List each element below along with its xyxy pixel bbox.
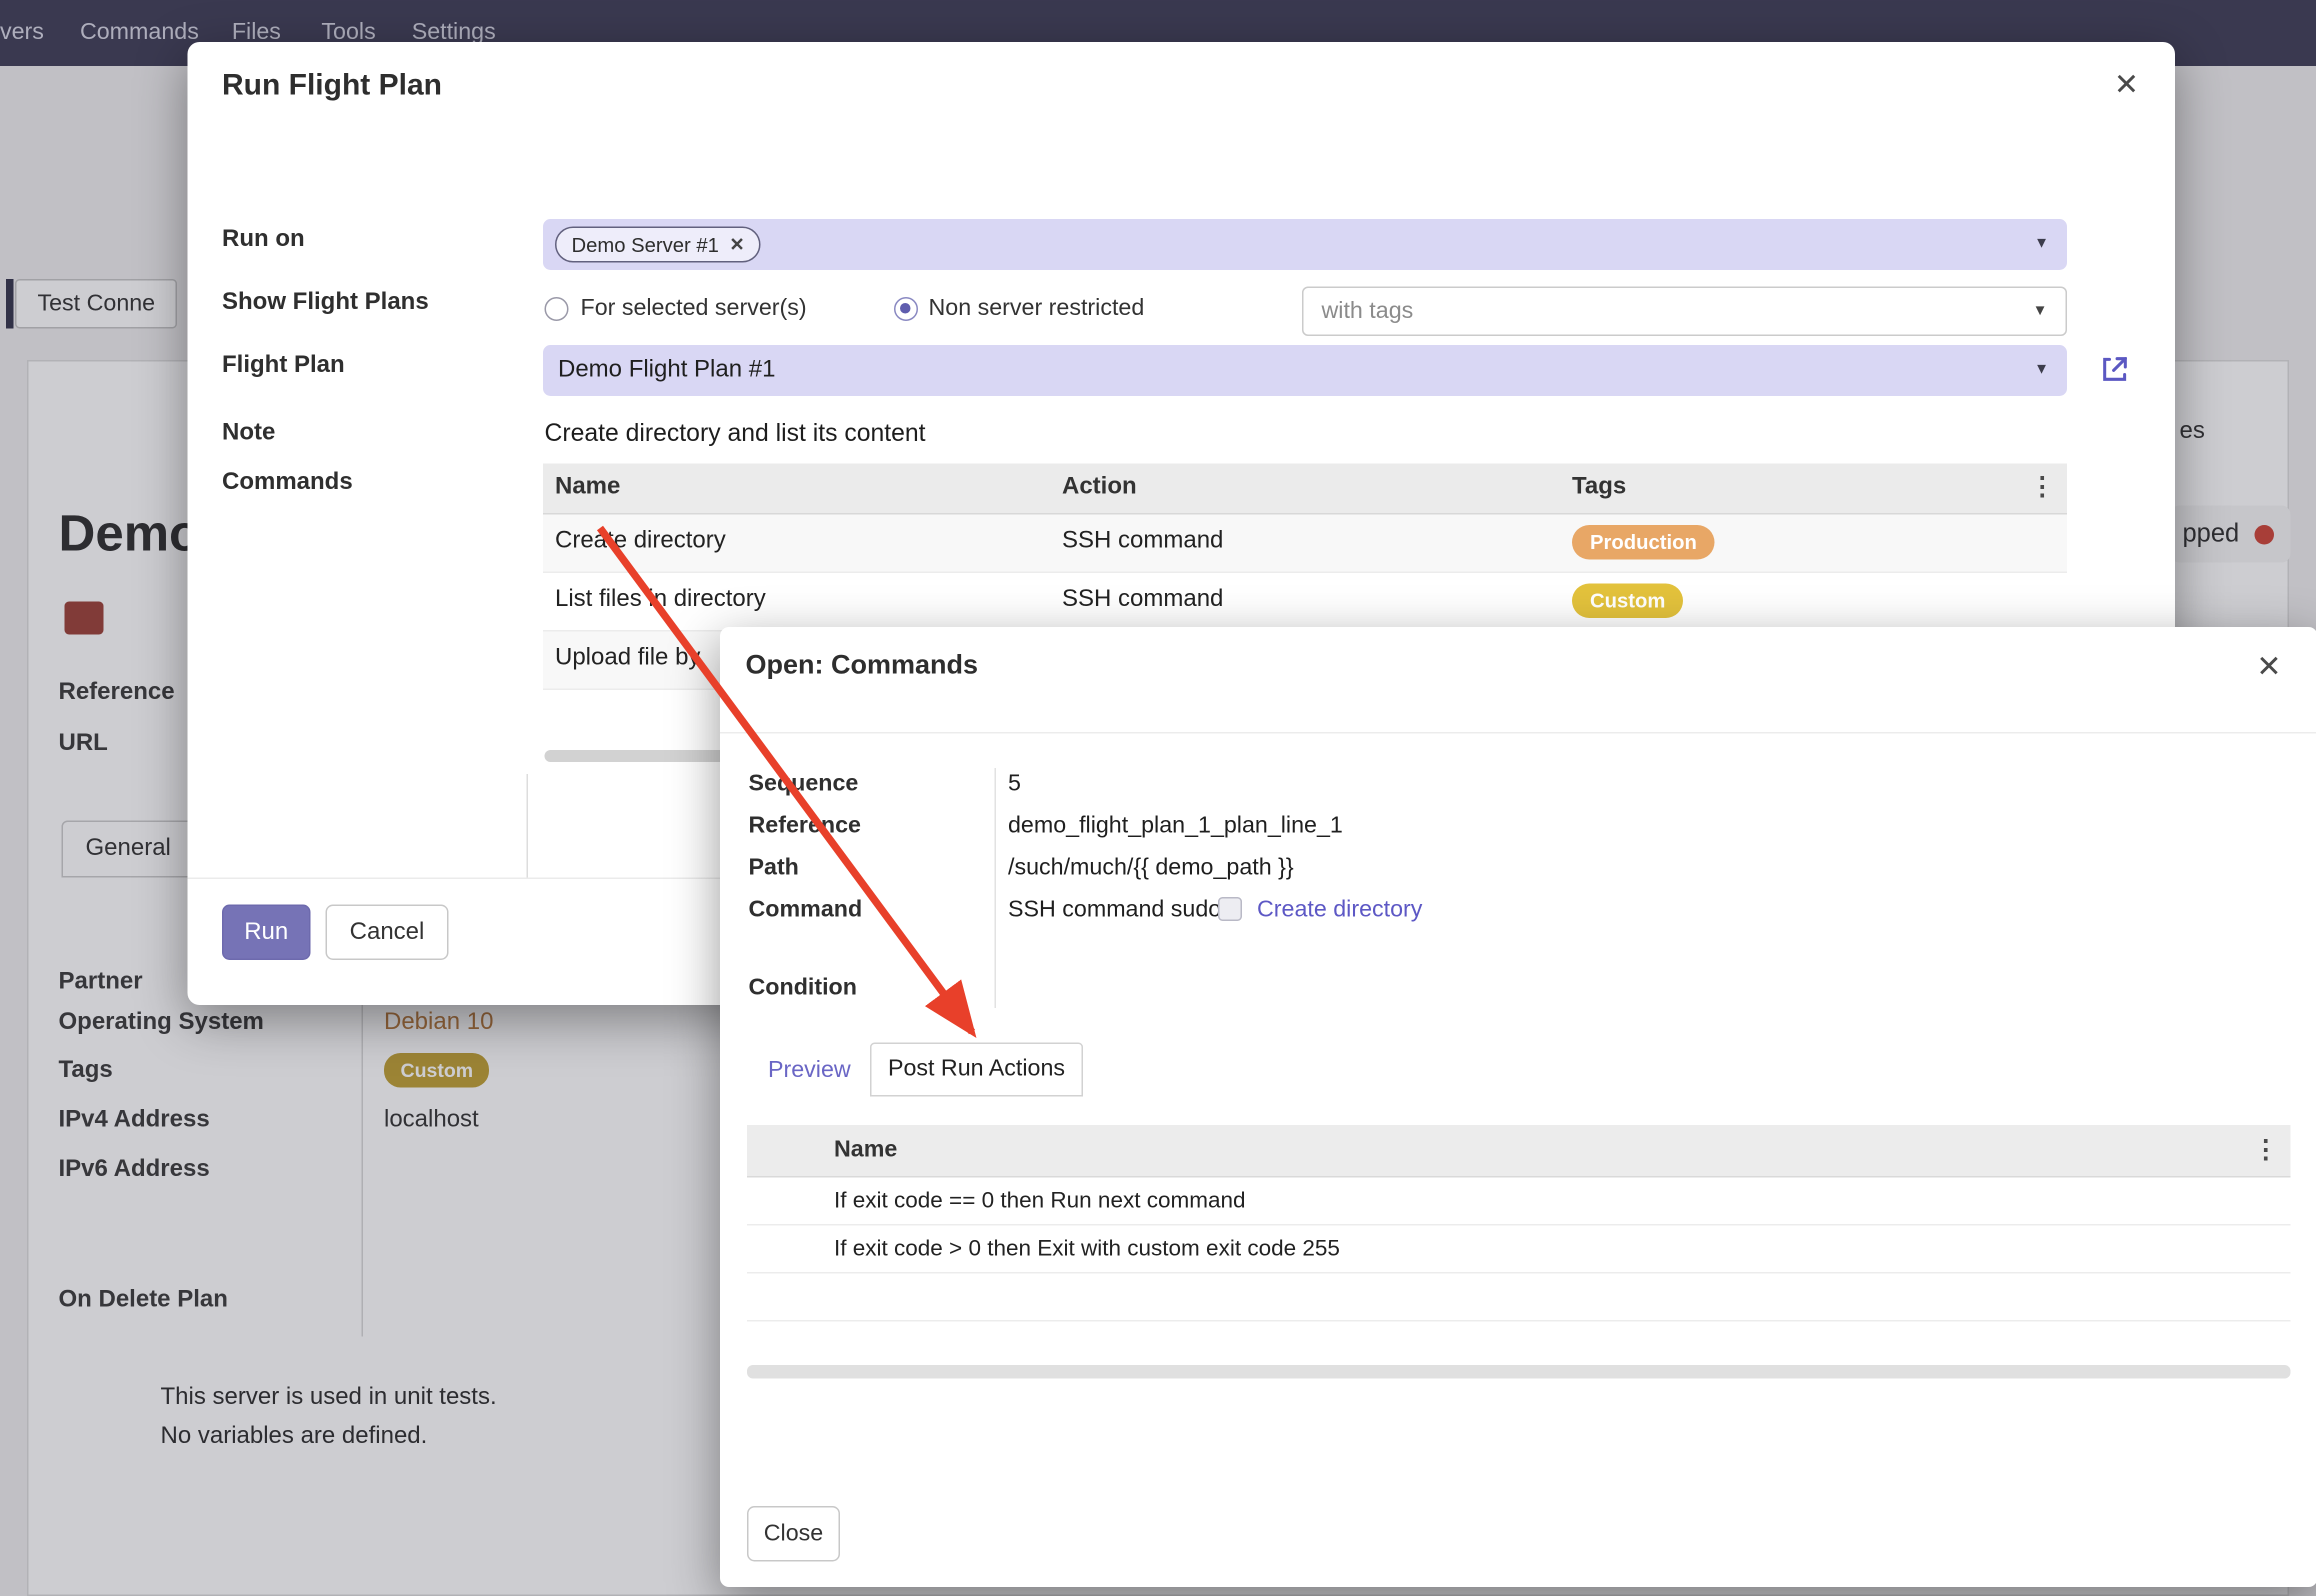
create-directory-link[interactable]: Create directory bbox=[1257, 897, 1422, 924]
table-row[interactable]: If exit code > 0 then Exit with custom e… bbox=[747, 1226, 2291, 1274]
col-tags: Tags bbox=[1572, 474, 1626, 501]
kebab-menu-icon[interactable]: ⋮ bbox=[2030, 473, 2056, 503]
row-action: SSH command bbox=[1062, 587, 1223, 614]
chevron-down-icon[interactable]: ▼ bbox=[2034, 362, 2049, 379]
chip-remove-icon[interactable]: ✕ bbox=[729, 234, 744, 255]
commands-table-header: Name Action Tags ⋮ bbox=[543, 464, 2067, 515]
close-icon[interactable]: ✕ bbox=[2114, 66, 2139, 104]
flight-plan-label: Flight Plan bbox=[222, 353, 345, 380]
post-run-table-header: Name ⋮ bbox=[747, 1125, 2291, 1178]
app-stage: vers Commands Files Tools Settings Test … bbox=[0, 0, 2316, 1596]
open-commands-title: Open: Commands bbox=[746, 650, 979, 682]
reference-label: Reference bbox=[749, 813, 861, 840]
command-label: Command bbox=[749, 897, 863, 924]
command-checkbox[interactable] bbox=[1218, 897, 1242, 921]
tab-preview[interactable]: Preview bbox=[768, 1058, 851, 1085]
run-on-label: Run on bbox=[222, 227, 305, 254]
chevron-down-icon[interactable]: ▼ bbox=[2033, 302, 2048, 319]
run-button[interactable]: Run bbox=[222, 905, 311, 961]
tag-badge-custom: Custom bbox=[1572, 584, 1683, 619]
header-divider bbox=[720, 732, 2316, 734]
condition-label: Condition bbox=[749, 975, 857, 1002]
col-name: Name bbox=[834, 1137, 897, 1164]
reference-value: demo_flight_plan_1_plan_line_1 bbox=[1008, 813, 1343, 840]
radio-non-server-restricted-label[interactable]: Non server restricted bbox=[929, 296, 1145, 323]
kebab-menu-icon[interactable]: ⋮ bbox=[2253, 1136, 2279, 1166]
table-row[interactable]: If exit code == 0 then Run next command bbox=[747, 1178, 2291, 1226]
col-action: Action bbox=[1062, 474, 1137, 501]
external-link-icon[interactable] bbox=[2099, 353, 2132, 386]
run-on-select[interactable]: Demo Server #1 ✕ ▼ bbox=[543, 219, 2067, 270]
note-label: Note bbox=[222, 420, 275, 447]
server-chip-label: Demo Server #1 bbox=[572, 233, 719, 256]
close-button[interactable]: Close bbox=[747, 1506, 840, 1562]
table-edge-line bbox=[527, 774, 529, 879]
table-row-empty[interactable] bbox=[747, 1274, 2291, 1322]
row-name: Create directory bbox=[555, 528, 726, 555]
with-tags-placeholder: with tags bbox=[1322, 298, 1414, 325]
field-column-divider bbox=[995, 768, 997, 1008]
commands-label: Commands bbox=[222, 470, 353, 497]
command-value: SSH command sudo bbox=[1008, 897, 1221, 924]
radio-selected-servers-label[interactable]: For selected server(s) bbox=[581, 296, 807, 323]
radio-selected-servers[interactable] bbox=[545, 297, 569, 321]
row-name: If exit code == 0 then Run next command bbox=[834, 1188, 1246, 1214]
tab-post-run-actions[interactable]: Post Run Actions bbox=[870, 1043, 1083, 1097]
close-icon[interactable]: ✕ bbox=[2256, 648, 2281, 686]
table-row[interactable]: Create directory SSH command Production bbox=[543, 515, 2067, 574]
open-commands-modal: Open: Commands ✕ Sequence Reference Path… bbox=[720, 627, 2316, 1587]
row-action: SSH command bbox=[1062, 528, 1223, 555]
flight-plan-value: Demo Flight Plan #1 bbox=[558, 357, 775, 384]
run-modal-title: Run Flight Plan bbox=[222, 69, 442, 104]
row-name: List files in directory bbox=[555, 587, 766, 614]
sequence-value: 5 bbox=[1008, 771, 1021, 798]
table-row[interactable]: List files in directory SSH command Cust… bbox=[543, 573, 2067, 632]
flight-plan-select[interactable]: Demo Flight Plan #1 ▼ bbox=[543, 345, 2067, 396]
path-value: /such/much/{{ demo_path }} bbox=[1008, 855, 1294, 882]
post-run-actions-table: Name ⋮ If exit code == 0 then Run next c… bbox=[747, 1125, 2291, 1322]
tab-post-run-actions-label: Post Run Actions bbox=[888, 1056, 1065, 1083]
cancel-button[interactable]: Cancel bbox=[326, 905, 449, 961]
radio-non-server-restricted[interactable] bbox=[894, 297, 918, 321]
row-name: Upload file by bbox=[555, 645, 700, 672]
col-name: Name bbox=[555, 474, 620, 501]
with-tags-select[interactable]: with tags ▼ bbox=[1302, 287, 2067, 337]
tag-badge-production: Production bbox=[1572, 525, 1715, 560]
path-label: Path bbox=[749, 855, 799, 882]
show-flight-plans-label: Show Flight Plans bbox=[222, 290, 429, 317]
horizontal-scrollbar[interactable] bbox=[747, 1365, 2291, 1379]
server-chip[interactable]: Demo Server #1 ✕ bbox=[555, 227, 761, 263]
row-name: If exit code > 0 then Exit with custom e… bbox=[834, 1236, 1340, 1262]
chevron-down-icon[interactable]: ▼ bbox=[2034, 236, 2049, 253]
sequence-label: Sequence bbox=[749, 771, 859, 798]
flight-plan-description: Create directory and list its content bbox=[545, 420, 926, 449]
